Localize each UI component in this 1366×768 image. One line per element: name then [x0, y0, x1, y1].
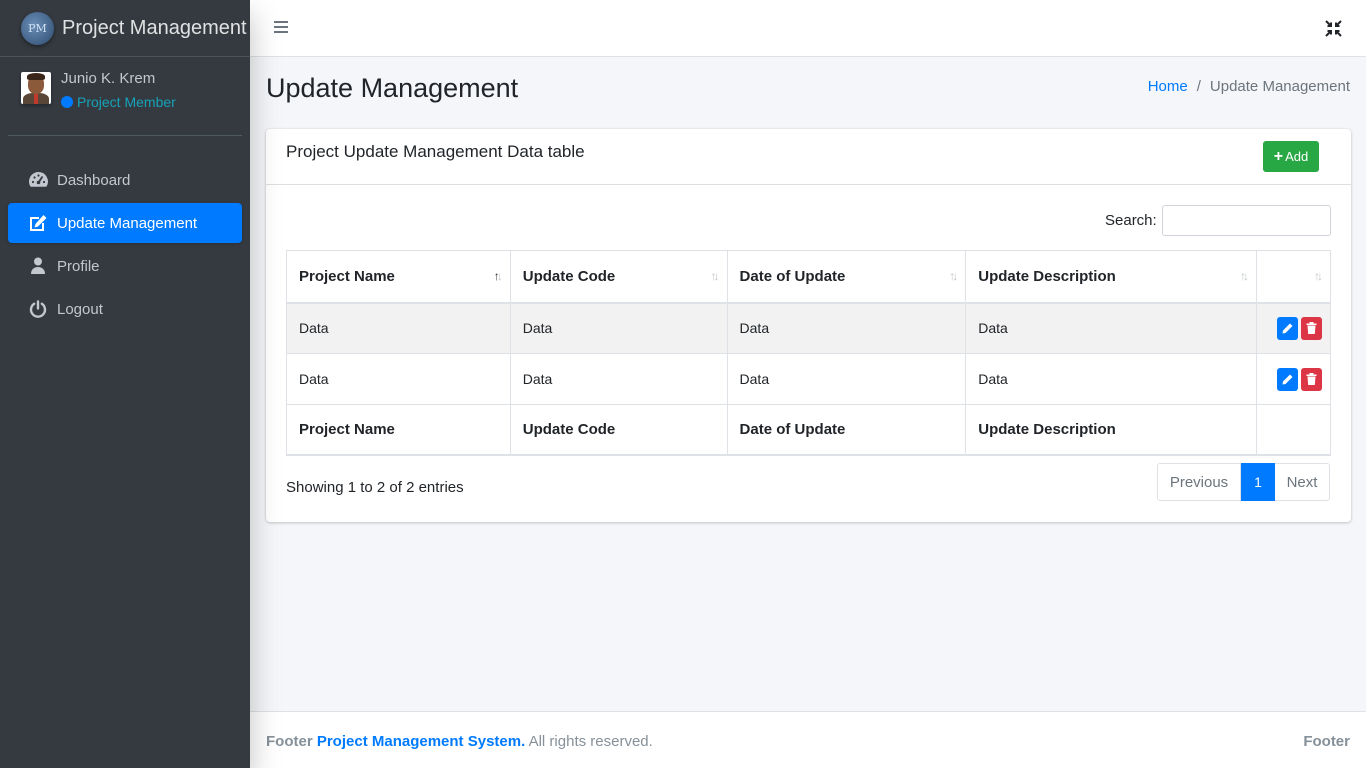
table-cell: Data [965, 353, 1257, 405]
footer-prefix: Footer [266, 733, 313, 750]
pagination-page-1[interactable]: 1 [1241, 463, 1275, 501]
brand-title: Project Management [62, 16, 247, 39]
table-info: Showing 1 to 2 of 2 entries [286, 479, 464, 496]
table-footer-row: Project Name Update Code Date of Update … [286, 404, 1332, 456]
column-footer-label: Date of Update [726, 404, 967, 456]
page-footer: Footer Project Management System. All ri… [250, 711, 1366, 768]
card-header: Project Update Management Data table + A… [266, 129, 1351, 185]
search-input[interactable] [1162, 205, 1331, 236]
delete-row-button[interactable] [1300, 367, 1322, 391]
user-icon [27, 257, 49, 275]
edit-row-button[interactable] [1276, 316, 1298, 340]
breadcrumb: Home / Update Management [1148, 78, 1350, 95]
trash-icon [1306, 322, 1317, 335]
column-footer-label: Update Code [509, 404, 728, 456]
page-title: Update Management [266, 73, 519, 103]
sidebar: PM Project Management Junio K. Krem Proj… [0, 0, 250, 768]
data-table-card: Project Update Management Data table + A… [266, 129, 1351, 522]
avatar[interactable] [21, 72, 51, 104]
sort-ascending-icon: ↑↓ [493, 269, 503, 283]
sort-icon: ↑↓ [1239, 269, 1249, 283]
table-cell: Data [509, 302, 728, 354]
search-label: Search: [1105, 212, 1157, 229]
top-navbar [250, 0, 1366, 57]
sort-icon: ↑↓ [710, 269, 720, 283]
user-name[interactable]: Junio K. Krem [61, 70, 176, 88]
user-panel: Junio K. Krem Project Member [8, 57, 242, 136]
user-role-label: Project Member [77, 94, 176, 110]
sort-icon: ↑↓ [949, 269, 958, 283]
card-title: Project Update Management Data table [286, 142, 585, 161]
delete-row-button[interactable] [1300, 316, 1322, 340]
sort-icon: ↑↓ [1314, 269, 1323, 283]
table-cell: Data [509, 353, 728, 405]
table-header-row: Project Name ↑↓ Update Code ↑↓ Date of Upd… [286, 250, 1332, 304]
table-cell: Data [286, 302, 511, 354]
pagination-next[interactable]: Next [1275, 463, 1330, 501]
trash-icon [1306, 373, 1317, 385]
table-row: Data Data Data Data [286, 353, 1332, 405]
user-role: Project Member [61, 94, 176, 110]
menu-toggle-icon[interactable] [274, 21, 288, 35]
compress-icon[interactable] [1325, 20, 1342, 37]
column-footer-actions [1255, 404, 1332, 456]
breadcrumb-current: Update Management [1209, 78, 1350, 95]
sidebar-item-dashboard[interactable]: Dashboard [8, 160, 242, 200]
data-table: Project Name ↑↓ Update Code ↑↓ Date of Upd… [286, 250, 1332, 456]
table-cell: Data [286, 353, 511, 405]
pagination: Previous 1 Next [1157, 463, 1330, 501]
column-header-label: Project Name [299, 267, 395, 285]
pencil-icon [1282, 323, 1293, 334]
column-footer-label: Update Description [965, 404, 1257, 456]
sidebar-item-logout[interactable]: Logout [8, 289, 242, 329]
breadcrumb-home-link[interactable]: Home [1148, 78, 1188, 95]
column-header-project-name[interactable]: Project Name ↑↓ [286, 250, 511, 304]
table-cell: Data [726, 302, 967, 354]
sidebar-nav: Dashboard Update Management Profile Logo… [0, 160, 250, 329]
column-footer-label: Project Name [286, 404, 511, 456]
brand-link[interactable]: PM Project Management [0, 0, 250, 57]
column-header-update-description[interactable]: Update Description ↑↓ [965, 250, 1257, 304]
sidebar-item-label: Dashboard [57, 171, 131, 189]
sidebar-item-label: Profile [57, 257, 100, 275]
column-header-label: Update Code [522, 267, 616, 285]
column-header-actions[interactable]: ↑↓ [1255, 250, 1332, 304]
edit-icon [27, 214, 49, 232]
edit-row-button[interactable] [1276, 367, 1298, 391]
row-actions [1255, 302, 1332, 354]
add-button-label: Add [1285, 149, 1309, 164]
add-button[interactable]: + Add [1263, 141, 1319, 172]
column-header-label: Update Description [978, 267, 1116, 285]
footer-rights: All rights reserved. [528, 733, 653, 750]
row-actions [1255, 353, 1332, 405]
column-header-update-code[interactable]: Update Code ↑↓ [509, 250, 728, 304]
brand-logo: PM [21, 11, 54, 45]
table-row: Data Data Data Data [286, 302, 1332, 354]
sidebar-item-profile[interactable]: Profile [8, 246, 242, 286]
power-icon [27, 300, 49, 318]
table-cell: Data [726, 353, 967, 405]
plus-icon: + [1273, 147, 1284, 165]
tachometer-icon [27, 171, 49, 189]
sidebar-item-label: Update Management [57, 214, 198, 232]
footer-right: Footer [1303, 733, 1350, 750]
pencil-icon [1282, 374, 1293, 384]
brand-logo-text: PM [28, 21, 47, 35]
status-dot-icon [61, 96, 73, 108]
sidebar-item-update-management[interactable]: Update Management [8, 203, 242, 243]
pagination-previous[interactable]: Previous [1157, 463, 1241, 501]
table-cell: Data [965, 302, 1257, 354]
footer-link[interactable]: Project Management System. [317, 733, 525, 750]
column-header-label: Date of Update [739, 267, 846, 285]
breadcrumb-separator: / [1196, 78, 1201, 95]
column-header-date-of-update[interactable]: Date of Update ↑↓ [726, 250, 967, 304]
sidebar-item-label: Logout [57, 300, 103, 318]
